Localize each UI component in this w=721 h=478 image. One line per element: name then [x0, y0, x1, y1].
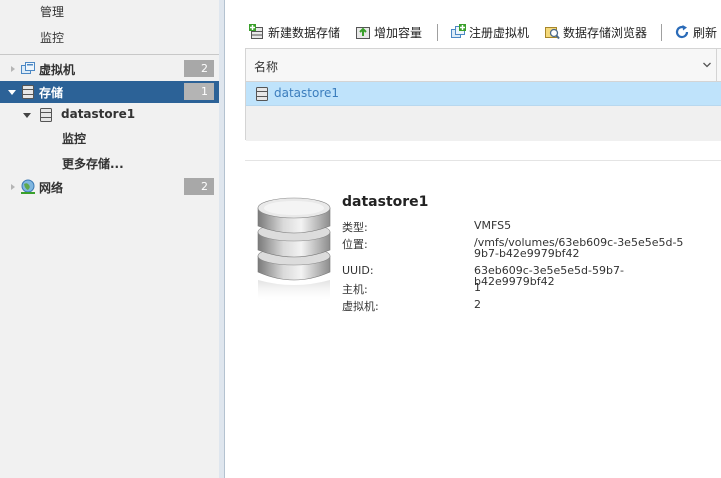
column-header-name[interactable]: 名称: [254, 58, 278, 75]
toolbar-separator: [661, 24, 662, 41]
location-label: 位置:: [342, 238, 368, 251]
count-badge: 2: [184, 178, 214, 195]
sidebar-item-more-storage[interactable]: 更多存储...: [0, 152, 219, 174]
new-datastore-label: 新建数据存储: [268, 26, 341, 40]
sidebar-item-label: 存储: [39, 86, 64, 100]
sidebar-item-datastore-monitor[interactable]: 监控: [0, 127, 219, 149]
hosts-label: 主机:: [342, 283, 368, 296]
location-value: /vmfs/volumes/63eb609c-3e5e5e5d-59b7-b42…: [474, 236, 684, 260]
hosts-value: 1: [474, 281, 481, 294]
expand-arrow-icon[interactable]: [11, 184, 15, 190]
register-vm-icon: [450, 24, 466, 40]
collapse-arrow-icon[interactable]: [23, 113, 31, 118]
datastore-browser-icon: [544, 24, 560, 40]
sidebar-item-label: 监控: [40, 31, 65, 45]
new-datastore-button[interactable]: 新建数据存储: [249, 20, 347, 44]
sidebar-item-storage[interactable]: 存储 1: [0, 81, 219, 103]
sidebar-item-datastore1[interactable]: datastore1: [0, 104, 219, 126]
sidebar-item-manage[interactable]: 管理: [0, 0, 219, 22]
storage-icon: [20, 84, 36, 100]
refresh-button[interactable]: 刷新: [674, 20, 721, 44]
refresh-icon: [674, 24, 690, 40]
sidebar-item-label: 监控: [62, 132, 87, 146]
count-badge: 2: [184, 60, 214, 77]
sidebar-item-virtual-machines[interactable]: 虚拟机 2: [0, 58, 219, 80]
datastore-grid: 名称 datastore1: [245, 48, 721, 141]
datastore-icon: [38, 107, 54, 123]
datastore-browser-label: 数据存储浏览器: [563, 26, 648, 40]
increase-capacity-button[interactable]: 增加容量: [355, 20, 429, 44]
sidebar-item-networking[interactable]: 网络 2: [0, 176, 219, 198]
toolbar-separator: [437, 24, 438, 41]
register-vm-label: 注册虚拟机: [469, 26, 530, 40]
sidebar-item-label: datastore1: [61, 107, 136, 121]
section-divider: [245, 160, 721, 161]
grid-empty-area: [246, 106, 721, 141]
increase-capacity-label: 增加容量: [374, 26, 423, 40]
toolbar: 新建数据存储 增加容量 注册虚拟机 数据存储浏览器 刷新: [245, 20, 721, 44]
refresh-label: 刷新: [693, 26, 718, 40]
network-globe-icon: [20, 179, 36, 195]
sidebar-divider: [0, 54, 219, 55]
increase-capacity-icon: [355, 24, 371, 40]
navigator-sidebar: 管理 监控 虚拟机 2 存储 1 datastore1 监控 更多存储... 网…: [0, 0, 220, 478]
datastore-icon: [254, 86, 270, 102]
register-vm-button[interactable]: 注册虚拟机: [450, 20, 536, 44]
chevron-down-icon[interactable]: [702, 59, 712, 73]
collapse-arrow-icon[interactable]: [8, 90, 16, 95]
table-row[interactable]: datastore1: [246, 82, 721, 106]
sidebar-item-label: 虚拟机: [39, 63, 76, 77]
new-datastore-icon: [249, 24, 265, 40]
datastore-title: datastore1: [342, 194, 429, 210]
expand-arrow-icon[interactable]: [11, 66, 15, 72]
sidebar-item-label: 管理: [40, 5, 65, 19]
sidebar-item-label: 更多存储...: [62, 157, 124, 171]
virtual-machines-label: 虚拟机:: [342, 300, 379, 313]
uuid-label: UUID:: [342, 264, 374, 277]
datastore-browser-button[interactable]: 数据存储浏览器: [544, 20, 650, 44]
column-separator[interactable]: [716, 49, 717, 82]
type-label: 类型:: [342, 221, 368, 234]
virtual-machine-icon: [20, 61, 36, 77]
virtual-machines-value: 2: [474, 298, 481, 311]
panel-splitter[interactable]: [219, 0, 225, 478]
sidebar-item-monitor[interactable]: 监控: [0, 26, 219, 48]
grid-header: 名称: [246, 49, 721, 82]
datastore-cylinder-icon: [254, 192, 334, 304]
datastore-name-link[interactable]: datastore1: [274, 86, 339, 100]
type-value: VMFS5: [474, 219, 512, 232]
sidebar-item-label: 网络: [39, 181, 64, 195]
count-badge: 1: [184, 83, 214, 100]
